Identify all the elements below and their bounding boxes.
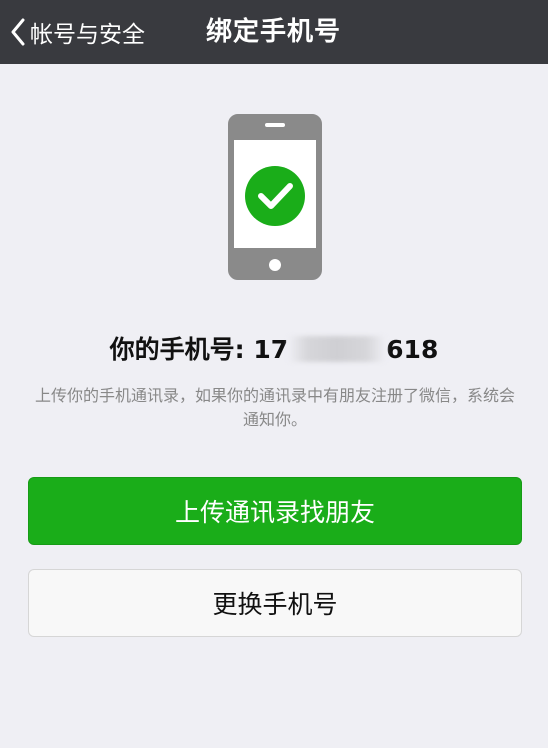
- phone-number-prefix: 你的手机号: 17: [109, 335, 289, 364]
- phone-number-label: 你的手机号: 17 618: [0, 330, 548, 366]
- upload-contacts-button[interactable]: 上传通讯录找朋友: [28, 477, 522, 545]
- back-button[interactable]: 帐号与安全: [10, 14, 145, 50]
- page-title: 绑定手机号: [206, 17, 342, 47]
- back-label: 帐号与安全: [30, 22, 145, 48]
- chevron-left-icon: [11, 18, 25, 46]
- masked-digits: [288, 336, 387, 362]
- upload-hint-text: 上传你的手机通讯录，如果你的通讯录中有朋友注册了微信，系统会通知你。: [34, 386, 515, 429]
- smartphone-icon: [228, 114, 322, 280]
- phone-number-suffix: 618: [386, 335, 439, 364]
- check-circle-icon: [245, 166, 305, 226]
- navigation-bar: 帐号与安全 绑定手机号: [0, 0, 548, 64]
- change-number-button[interactable]: 更换手机号: [28, 569, 522, 637]
